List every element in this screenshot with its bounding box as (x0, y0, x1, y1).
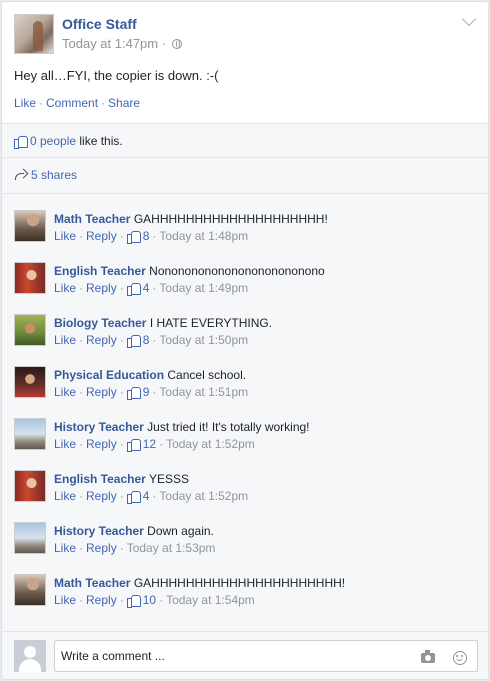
comment-like-count[interactable]: 9 (143, 385, 150, 399)
comment-item: Math Teacher GAHHHHHHHHHHHHHHHHHHHHHH! L… (14, 568, 474, 608)
comment-item: Math Teacher GAHHHHHHHHHHHHHHHHHHHH! Lik… (14, 204, 474, 244)
comment-timestamp[interactable]: Today at 1:49pm (159, 281, 248, 295)
commenter-avatar[interactable] (14, 314, 46, 346)
post-text: Hey all…FYI, the copier is down. :-( (14, 68, 219, 83)
comment-like-link[interactable]: Like (54, 541, 76, 555)
comment-item: English Teacher Nononononononononononono… (14, 256, 474, 296)
thumbs-up-icon (126, 594, 141, 608)
write-comment-row (2, 631, 488, 679)
post-header: Office Staff Today at 1:47pm · (2, 2, 488, 60)
commenter-avatar[interactable] (14, 210, 46, 242)
poster-avatar[interactable] (14, 14, 54, 54)
comment-timestamp[interactable]: Today at 1:51pm (159, 385, 248, 399)
like-link[interactable]: Like (14, 96, 36, 110)
comment-reply-link[interactable]: Reply (86, 281, 117, 295)
commenter-avatar[interactable] (14, 262, 46, 294)
comment-timestamp[interactable]: Today at 1:52pm (159, 489, 248, 503)
thumbs-up-icon (126, 490, 141, 504)
camera-icon[interactable] (421, 650, 435, 663)
comment-text: GAHHHHHHHHHHHHHHHHHHHHHH! (133, 576, 346, 590)
comment-reply-link[interactable]: Reply (86, 437, 117, 451)
post-card: Office Staff Today at 1:47pm · Hey all…F… (1, 1, 489, 680)
commenter-avatar[interactable] (14, 470, 46, 502)
post-actions: Like · Comment · Share (14, 96, 141, 110)
share-link[interactable]: Share (108, 96, 140, 110)
comment-author[interactable]: Math Teacher (54, 212, 130, 226)
comment-timestamp[interactable]: Today at 1:50pm (159, 333, 248, 347)
commenter-avatar[interactable] (14, 574, 46, 606)
comment-reply-link[interactable]: Reply (86, 385, 117, 399)
current-user-avatar (14, 640, 46, 672)
comment-input[interactable] (54, 640, 478, 672)
comment-reply-link[interactable]: Reply (86, 229, 117, 243)
comment-author[interactable]: English Teacher (54, 264, 146, 278)
comment-like-link[interactable]: Like (54, 593, 76, 607)
comment-item: History Teacher Down again. Like · Reply · T… (14, 516, 474, 556)
comment-item: History Teacher Just tried it! It's tota… (14, 412, 474, 452)
comment-item: Biology Teacher I HATE EVERYTHING. Like ·… (14, 308, 474, 348)
comment-text: I HATE EVERYTHING. (149, 316, 273, 330)
comment-timestamp[interactable]: Today at 1:52pm (166, 437, 255, 451)
comment-text: Down again. (147, 524, 214, 538)
comment-timestamp[interactable]: Today at 1:54pm (166, 593, 255, 607)
comment-timestamp[interactable]: Today at 1:53pm (127, 541, 216, 555)
comment-text: Nonononononononononononono (149, 264, 325, 278)
thumbs-up-icon (126, 282, 141, 296)
likes-summary: 0 people like this. (2, 123, 488, 157)
commenter-avatar[interactable] (14, 366, 46, 398)
comment-like-count[interactable]: 4 (143, 281, 150, 295)
thumbs-up-icon (14, 135, 28, 149)
comment-item: English Teacher YESSS Like · Reply · 4 · Today… (14, 464, 474, 504)
comment-reply-link[interactable]: Reply (86, 541, 117, 555)
likes-suffix: like this. (76, 134, 123, 148)
comment-text: Cancel school. (167, 368, 247, 382)
comment-reply-link[interactable]: Reply (86, 593, 117, 607)
comment-list: Math Teacher GAHHHHHHHHHHHHHHHHHHHH! Lik… (2, 193, 488, 631)
comment-text: Just tried it! It's totally working! (147, 420, 310, 434)
comment-like-link[interactable]: Like (54, 229, 76, 243)
comment-author[interactable]: History Teacher (54, 524, 144, 538)
comment-like-count[interactable]: 12 (143, 437, 156, 451)
comment-like-link[interactable]: Like (54, 437, 76, 451)
comment-reply-link[interactable]: Reply (86, 333, 117, 347)
poster-name[interactable]: Office Staff (62, 16, 137, 32)
comment-item: Physical Education Cancel school. Like · R… (14, 360, 474, 400)
thumbs-up-icon (126, 334, 141, 348)
comment-like-count[interactable]: 8 (143, 333, 150, 347)
comment-like-count[interactable]: 8 (143, 229, 150, 243)
comment-like-link[interactable]: Like (54, 489, 76, 503)
commenter-avatar[interactable] (14, 418, 46, 450)
share-arrow-icon (14, 168, 28, 180)
comment-author[interactable]: Math Teacher (54, 576, 130, 590)
comment-like-count[interactable]: 10 (143, 593, 156, 607)
comment-text: GAHHHHHHHHHHHHHHHHHHHH! (133, 212, 328, 226)
post-timestamp[interactable]: Today at 1:47pm · (62, 36, 182, 51)
thumbs-up-icon (126, 230, 141, 244)
shares-summary: 5 shares (2, 157, 488, 193)
comment-link[interactable]: Comment (46, 96, 98, 110)
comment-reply-link[interactable]: Reply (86, 489, 117, 503)
comment-author[interactable]: Biology Teacher (54, 316, 146, 330)
globe-icon (171, 39, 182, 49)
chevron-down-icon[interactable] (461, 11, 477, 27)
comment-author[interactable]: English Teacher (54, 472, 146, 486)
commenter-avatar[interactable] (14, 522, 46, 554)
comment-like-link[interactable]: Like (54, 385, 76, 399)
comment-like-link[interactable]: Like (54, 333, 76, 347)
comment-like-link[interactable]: Like (54, 281, 76, 295)
comment-like-count[interactable]: 4 (143, 489, 150, 503)
shares-count-link[interactable]: 5 shares (31, 168, 77, 182)
thumbs-up-icon (126, 438, 141, 452)
thumbs-up-icon (126, 386, 141, 400)
likes-count-link[interactable]: 0 people (30, 134, 76, 148)
comment-author[interactable]: History Teacher (54, 420, 144, 434)
comment-timestamp[interactable]: Today at 1:48pm (159, 229, 248, 243)
comment-text: YESSS (148, 472, 189, 486)
smiley-icon[interactable] (453, 651, 467, 665)
comment-author[interactable]: Physical Education (54, 368, 164, 382)
